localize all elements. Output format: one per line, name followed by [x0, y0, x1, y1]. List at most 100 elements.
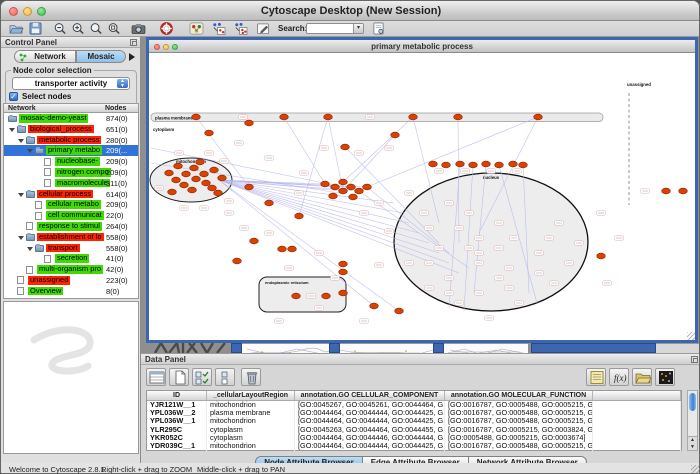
network-node[interactable] — [339, 290, 348, 296]
layout-edges-icon[interactable] — [233, 22, 248, 35]
tree-row-biological-process[interactable]: biological_process651(0) — [4, 124, 138, 135]
network-node[interactable] — [662, 188, 671, 194]
background-frame-sliver[interactable] — [444, 343, 528, 353]
network-node[interactable] — [292, 293, 301, 299]
network-node[interactable] — [218, 175, 227, 181]
scrollbar-arrows[interactable]: ▲▼ — [688, 436, 697, 450]
network-node[interactable] — [347, 184, 356, 190]
vizmapper-icon[interactable] — [189, 22, 204, 35]
unselect-attributes-icon[interactable] — [215, 368, 235, 386]
network-node[interactable] — [192, 114, 201, 120]
network-node[interactable] — [322, 293, 331, 299]
tree-row-cellular-process[interactable]: cellular process614(0) — [4, 189, 138, 200]
attribute-table-icon[interactable] — [146, 368, 166, 386]
network-node[interactable] — [363, 184, 372, 190]
network-node[interactable] — [180, 182, 189, 188]
table-cell[interactable]: plasma membrane — [207, 409, 295, 417]
table-cell[interactable]: [GO:0044464, GO:0044444, GO:0044425, G..… — [295, 409, 445, 417]
birdseye-view[interactable] — [3, 301, 139, 454]
table-cell[interactable]: [GO:0044464, GO:0044444, GO:0044425, G..… — [295, 442, 445, 450]
save-icon[interactable] — [28, 22, 43, 35]
tree-row-nitrogen-compo[interactable]: nitrogen compo209(0) — [4, 167, 138, 178]
table-cell[interactable]: [GO:0005488, GO:0005215, GO:0003674] — [445, 434, 593, 442]
network-node[interactable] — [349, 194, 358, 200]
table-cell[interactable]: mitochondrion — [207, 442, 295, 450]
network-node[interactable] — [188, 187, 197, 193]
background-frame-titlebar[interactable] — [231, 343, 242, 353]
delete-attribute-icon[interactable] — [241, 368, 261, 386]
network-node[interactable] — [454, 114, 463, 120]
table-cell[interactable]: [GO:0016787, GO:0005488, GO:0005215, G..… — [445, 442, 593, 450]
network-node[interactable] — [370, 303, 379, 309]
open-icon[interactable] — [9, 22, 24, 35]
network-view-frame[interactable]: primary metabolic process plasma membran… — [146, 37, 698, 343]
tree-expander-icon[interactable] — [9, 128, 15, 132]
tree-expander-icon[interactable] — [18, 236, 24, 240]
tree-row-response-to-stimul[interactable]: response to stimul264(0) — [4, 221, 138, 232]
background-frame-titlebar[interactable] — [329, 343, 340, 353]
select-nodes-checkbox[interactable]: ✓ — [9, 92, 18, 101]
network-node[interactable] — [355, 188, 364, 194]
network-node[interactable] — [395, 308, 404, 314]
network-node[interactable] — [190, 165, 199, 171]
table-cell[interactable]: YPL036W__2 — [147, 409, 207, 417]
table-cell[interactable]: [GO:0016787, GO:0005215, GO:0003824, G..… — [445, 426, 593, 434]
table-cell[interactable] — [593, 442, 681, 450]
network-node[interactable] — [509, 161, 518, 167]
network-node[interactable] — [202, 180, 211, 186]
table-cell[interactable]: YPL036W__1 — [147, 417, 207, 425]
table-row[interactable]: YPL036W__1mitochondrion[GO:0044464, GO:0… — [147, 417, 681, 425]
tab-overflow-arrow-icon[interactable] — [129, 53, 135, 61]
table-cell[interactable]: mitochondrion — [207, 401, 295, 409]
network-node[interactable] — [165, 170, 174, 176]
frame-resize-grip[interactable] — [687, 332, 695, 340]
tree-row-transport[interactable]: transport558(0) — [4, 243, 138, 254]
network-node[interactable] — [324, 114, 333, 120]
table-cell[interactable] — [593, 401, 681, 409]
network-node[interactable] — [469, 162, 478, 168]
network-node[interactable] — [495, 162, 504, 168]
table-cell[interactable]: YKR052C — [147, 434, 207, 442]
network-node[interactable] — [391, 132, 400, 138]
table-cell[interactable] — [593, 409, 681, 417]
network-node[interactable] — [245, 184, 254, 190]
zoom-out-icon[interactable] — [53, 22, 68, 35]
table-cell[interactable]: [GO:0044464, GO:0044444, GO:0044425, G..… — [295, 417, 445, 425]
search-dropdown-arrow-icon[interactable]: ▾ — [353, 24, 363, 33]
table-scrollbar[interactable]: ▲▼ — [687, 390, 698, 451]
search-input[interactable]: ▾ — [306, 23, 364, 34]
network-node[interactable] — [456, 161, 465, 167]
network-node[interactable] — [339, 269, 348, 275]
help-icon[interactable] — [159, 22, 174, 35]
quick-find-icon[interactable] — [371, 22, 386, 35]
tree-row-establishment-of-lo[interactable]: establishment of lo558(0) — [4, 232, 138, 243]
network-node[interactable] — [329, 193, 338, 199]
network-node[interactable] — [339, 179, 348, 185]
network-node[interactable] — [321, 181, 330, 187]
tree-row-nucleobase-[interactable]: nucleobase-209(0) — [4, 156, 138, 167]
zoom-fit-icon[interactable] — [89, 22, 104, 35]
tab-network[interactable]: Network — [14, 50, 76, 63]
tree-row-secretion[interactable]: secretion41(0) — [4, 253, 138, 264]
table-row[interactable]: YPL036W__2plasma membrane[GO:0044464, GO… — [147, 409, 681, 417]
attribute-matrix-icon[interactable] — [655, 368, 675, 386]
annotation-icon[interactable] — [256, 22, 271, 35]
tab-mosaic[interactable]: Mosaic — [76, 50, 126, 63]
table-column-header[interactable]: _cellularLayoutRegion — [207, 391, 295, 400]
table-row[interactable]: YKR052Ccytoplasm[GO:0044464, GO:0044446,… — [147, 434, 681, 442]
tree-row-multi-organism-pro[interactable]: multi-organism pro42(0) — [4, 264, 138, 275]
snapshot-icon[interactable] — [131, 22, 146, 35]
network-node[interactable] — [295, 213, 304, 219]
network-node[interactable] — [168, 189, 177, 195]
tree-row-primary-metabo[interactable]: primary metabo209(... — [4, 145, 138, 156]
background-frame-sliver[interactable] — [340, 343, 433, 353]
table-cell[interactable]: [GO:0016787, GO:0005488, GO:0005215, G..… — [445, 409, 593, 417]
table-column-header[interactable]: ID — [147, 391, 207, 400]
network-node[interactable] — [192, 176, 201, 182]
network-node[interactable] — [208, 185, 217, 191]
network-frame-titlebar[interactable]: primary metabolic process — [149, 40, 695, 53]
window-resize-grip[interactable] — [691, 465, 700, 474]
table-column-header[interactable]: annotation.GO CELLULAR_COMPONENT — [295, 391, 445, 400]
table-row[interactable]: YDR039C__1mitochondrion[GO:0044464, GO:0… — [147, 442, 681, 450]
network-node[interactable] — [429, 161, 438, 167]
